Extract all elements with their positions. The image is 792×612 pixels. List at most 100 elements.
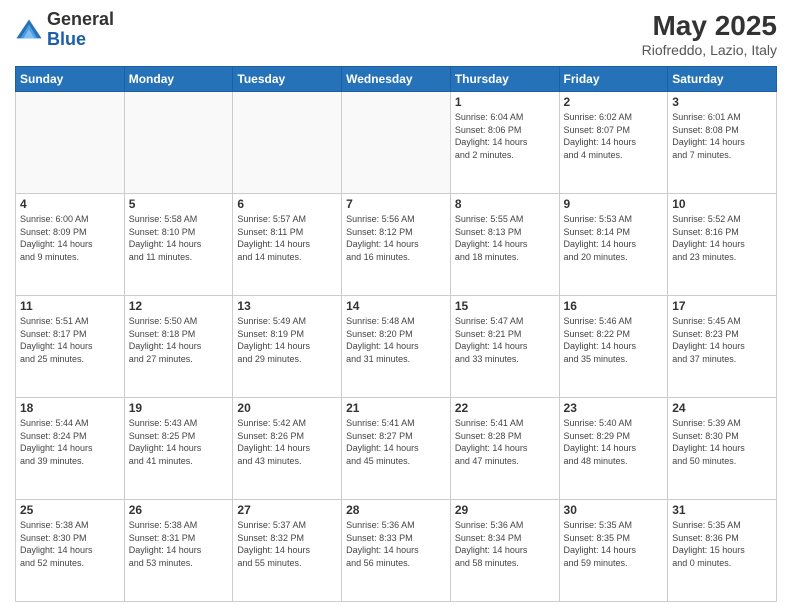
day-info: Sunrise: 5:49 AM Sunset: 8:19 PM Dayligh… <box>237 315 337 365</box>
calendar-cell: 1Sunrise: 6:04 AM Sunset: 8:06 PM Daylig… <box>450 92 559 194</box>
day-info: Sunrise: 5:55 AM Sunset: 8:13 PM Dayligh… <box>455 213 555 263</box>
day-number: 11 <box>20 299 120 313</box>
day-number: 23 <box>564 401 664 415</box>
calendar-cell: 30Sunrise: 5:35 AM Sunset: 8:35 PM Dayli… <box>559 500 668 602</box>
calendar-cell <box>16 92 125 194</box>
day-number: 1 <box>455 95 555 109</box>
calendar-cell: 21 Sunrise: 5:41 AM Sunset: 8:27 PM Dayli… <box>342 398 451 500</box>
day-info: Sunrise: 5:53 AM Sunset: 8:14 PM Dayligh… <box>564 213 664 263</box>
day-number: 19 <box>129 401 229 415</box>
day-number: 7 <box>346 197 446 211</box>
day-number: 8 <box>455 197 555 211</box>
day-info: Sunrise: 5:35 AM Sunset: 8:36 PM Dayligh… <box>672 519 772 569</box>
day-number: 15 <box>455 299 555 313</box>
day-info: Sunrise: 5:56 AM Sunset: 8:12 PM Dayligh… <box>346 213 446 263</box>
calendar-cell: 16Sunrise: 5:46 AM Sunset: 8:22 PM Dayli… <box>559 296 668 398</box>
header-thursday: Thursday <box>450 67 559 92</box>
day-info: Sunrise: 5:36 AM Sunset: 8:34 PM Dayligh… <box>455 519 555 569</box>
logo-general: General <box>47 9 114 29</box>
week-row-3: 18Sunrise: 5:44 AM Sunset: 8:24 PM Dayli… <box>16 398 777 500</box>
day-info: Sunrise: 5:51 AM Sunset: 8:17 PM Dayligh… <box>20 315 120 365</box>
day-info: Sunrise: 5:50 AM Sunset: 8:18 PM Dayligh… <box>129 315 229 365</box>
calendar-cell: 23 Sunrise: 5:40 AM Sunset: 8:29 PM Dayli… <box>559 398 668 500</box>
day-number: 6 <box>237 197 337 211</box>
day-info: Sunrise: 5:44 AM Sunset: 8:24 PM Dayligh… <box>20 417 120 467</box>
calendar-cell: 13Sunrise: 5:49 AM Sunset: 8:19 PM Dayli… <box>233 296 342 398</box>
calendar-cell: 10 Sunrise: 5:52 AM Sunset: 8:16 PM Dayli… <box>668 194 777 296</box>
day-number: 17 <box>672 299 772 313</box>
day-number: 27 <box>237 503 337 517</box>
header-saturday: Saturday <box>668 67 777 92</box>
title-block: May 2025 Riofreddo, Lazio, Italy <box>642 10 777 58</box>
day-info: Sunrise: 5:39 AM Sunset: 8:30 PM Dayligh… <box>672 417 772 467</box>
header-wednesday: Wednesday <box>342 67 451 92</box>
day-number: 14 <box>346 299 446 313</box>
calendar-cell: 20Sunrise: 5:42 AM Sunset: 8:26 PM Dayli… <box>233 398 342 500</box>
page: General Blue May 2025 Riofreddo, Lazio, … <box>0 0 792 612</box>
header-sunday: Sunday <box>16 67 125 92</box>
calendar-cell: 2 Sunrise: 6:02 AM Sunset: 8:07 PM Daylig… <box>559 92 668 194</box>
day-number: 21 <box>346 401 446 415</box>
day-number: 10 <box>672 197 772 211</box>
day-info: Sunrise: 5:45 AM Sunset: 8:23 PM Dayligh… <box>672 315 772 365</box>
calendar-cell: 5 Sunrise: 5:58 AM Sunset: 8:10 PM Daylig… <box>124 194 233 296</box>
logo-text: General Blue <box>47 10 114 50</box>
calendar-cell: 24 Sunrise: 5:39 AM Sunset: 8:30 PM Dayli… <box>668 398 777 500</box>
logo-blue: Blue <box>47 29 86 49</box>
day-number: 4 <box>20 197 120 211</box>
day-info: Sunrise: 5:48 AM Sunset: 8:20 PM Dayligh… <box>346 315 446 365</box>
day-number: 25 <box>20 503 120 517</box>
day-info: Sunrise: 5:58 AM Sunset: 8:10 PM Dayligh… <box>129 213 229 263</box>
calendar-cell: 15Sunrise: 5:47 AM Sunset: 8:21 PM Dayli… <box>450 296 559 398</box>
day-info: Sunrise: 5:38 AM Sunset: 8:30 PM Dayligh… <box>20 519 120 569</box>
calendar-cell: 18Sunrise: 5:44 AM Sunset: 8:24 PM Dayli… <box>16 398 125 500</box>
calendar-cell: 4 Sunrise: 6:00 AM Sunset: 8:09 PM Daylig… <box>16 194 125 296</box>
day-info: Sunrise: 6:00 AM Sunset: 8:09 PM Dayligh… <box>20 213 120 263</box>
week-row-1: 4 Sunrise: 6:00 AM Sunset: 8:09 PM Daylig… <box>16 194 777 296</box>
month-title: May 2025 <box>642 10 777 42</box>
calendar-cell: 12Sunrise: 5:50 AM Sunset: 8:18 PM Dayli… <box>124 296 233 398</box>
day-number: 31 <box>672 503 772 517</box>
calendar-cell: 29 Sunrise: 5:36 AM Sunset: 8:34 PM Dayli… <box>450 500 559 602</box>
week-row-2: 11 Sunrise: 5:51 AM Sunset: 8:17 PM Dayli… <box>16 296 777 398</box>
header-tuesday: Tuesday <box>233 67 342 92</box>
calendar-cell: 14 Sunrise: 5:48 AM Sunset: 8:20 PM Dayli… <box>342 296 451 398</box>
calendar-cell: 31 Sunrise: 5:35 AM Sunset: 8:36 PM Dayli… <box>668 500 777 602</box>
day-info: Sunrise: 5:52 AM Sunset: 8:16 PM Dayligh… <box>672 213 772 263</box>
header: General Blue May 2025 Riofreddo, Lazio, … <box>15 10 777 58</box>
day-number: 5 <box>129 197 229 211</box>
day-number: 24 <box>672 401 772 415</box>
header-row: Sunday Monday Tuesday Wednesday Thursday… <box>16 67 777 92</box>
day-number: 29 <box>455 503 555 517</box>
day-info: Sunrise: 5:41 AM Sunset: 8:27 PM Dayligh… <box>346 417 446 467</box>
day-info: Sunrise: 6:02 AM Sunset: 8:07 PM Dayligh… <box>564 111 664 161</box>
calendar-cell: 25 Sunrise: 5:38 AM Sunset: 8:30 PM Dayli… <box>16 500 125 602</box>
calendar-cell <box>233 92 342 194</box>
day-number: 3 <box>672 95 772 109</box>
day-number: 9 <box>564 197 664 211</box>
week-row-0: 1Sunrise: 6:04 AM Sunset: 8:06 PM Daylig… <box>16 92 777 194</box>
calendar-cell: 22Sunrise: 5:41 AM Sunset: 8:28 PM Dayli… <box>450 398 559 500</box>
day-info: Sunrise: 5:46 AM Sunset: 8:22 PM Dayligh… <box>564 315 664 365</box>
calendar-cell: 6Sunrise: 5:57 AM Sunset: 8:11 PM Daylig… <box>233 194 342 296</box>
calendar-cell: 7 Sunrise: 5:56 AM Sunset: 8:12 PM Daylig… <box>342 194 451 296</box>
calendar-cell: 28Sunrise: 5:36 AM Sunset: 8:33 PM Dayli… <box>342 500 451 602</box>
week-row-4: 25 Sunrise: 5:38 AM Sunset: 8:30 PM Dayli… <box>16 500 777 602</box>
day-info: Sunrise: 5:37 AM Sunset: 8:32 PM Dayligh… <box>237 519 337 569</box>
day-info: Sunrise: 6:01 AM Sunset: 8:08 PM Dayligh… <box>672 111 772 161</box>
calendar-cell: 8 Sunrise: 5:55 AM Sunset: 8:13 PM Daylig… <box>450 194 559 296</box>
calendar-cell: 27 Sunrise: 5:37 AM Sunset: 8:32 PM Dayli… <box>233 500 342 602</box>
day-info: Sunrise: 5:36 AM Sunset: 8:33 PM Dayligh… <box>346 519 446 569</box>
header-friday: Friday <box>559 67 668 92</box>
day-info: Sunrise: 5:40 AM Sunset: 8:29 PM Dayligh… <box>564 417 664 467</box>
location: Riofreddo, Lazio, Italy <box>642 42 777 58</box>
day-info: Sunrise: 5:35 AM Sunset: 8:35 PM Dayligh… <box>564 519 664 569</box>
calendar-cell: 19Sunrise: 5:43 AM Sunset: 8:25 PM Dayli… <box>124 398 233 500</box>
day-info: Sunrise: 5:41 AM Sunset: 8:28 PM Dayligh… <box>455 417 555 467</box>
day-number: 2 <box>564 95 664 109</box>
day-number: 20 <box>237 401 337 415</box>
calendar-cell: 9 Sunrise: 5:53 AM Sunset: 8:14 PM Daylig… <box>559 194 668 296</box>
logo: General Blue <box>15 10 114 50</box>
calendar-cell: 17 Sunrise: 5:45 AM Sunset: 8:23 PM Dayli… <box>668 296 777 398</box>
calendar: Sunday Monday Tuesday Wednesday Thursday… <box>15 66 777 602</box>
